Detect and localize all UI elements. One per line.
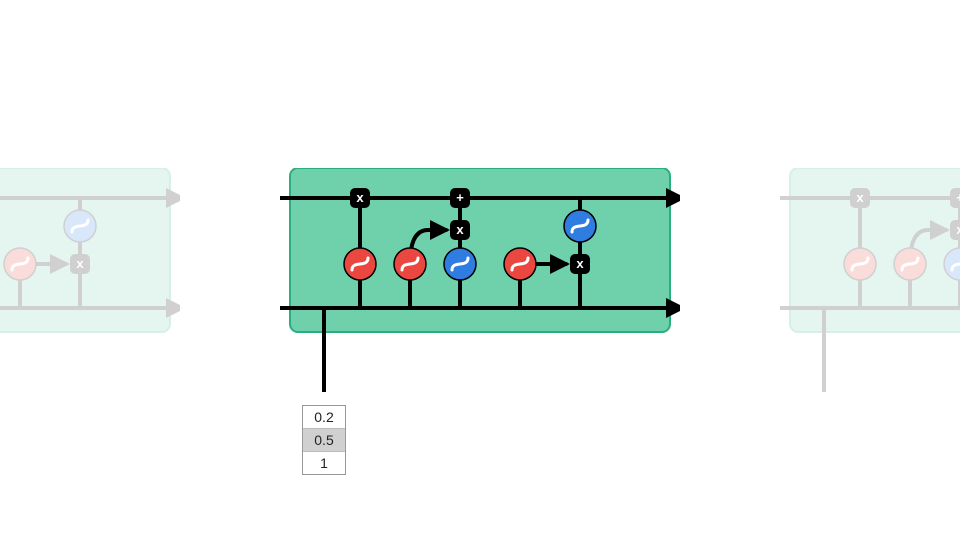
gate-output <box>504 248 536 280</box>
svg-text:x: x <box>456 222 464 237</box>
gate-input <box>894 248 926 280</box>
lstm-cell: x + x x <box>280 168 680 392</box>
op-add: + <box>950 188 960 208</box>
svg-text:x: x <box>576 256 584 271</box>
input-value-1[interactable]: 0.5 <box>303 429 345 452</box>
gate-input <box>394 248 426 280</box>
gate-candidate <box>444 248 476 280</box>
op-output-mult: x <box>70 254 90 274</box>
svg-text:x: x <box>76 256 84 271</box>
gate-state-tanh <box>64 210 96 242</box>
op-forget-mult: x <box>350 188 370 208</box>
gate-state-tanh <box>564 210 596 242</box>
svg-text:+: + <box>956 190 960 205</box>
diagram-stage: x+xx x+xx x+xx 0.2 0.5 1 <box>0 0 960 540</box>
gate-forget <box>844 248 876 280</box>
op-input-mult: x <box>950 220 960 240</box>
svg-text:x: x <box>856 190 864 205</box>
lstm-cell-prev: x+xx <box>0 168 180 392</box>
input-vector[interactable]: 0.2 0.5 1 <box>302 405 346 475</box>
gate-output <box>4 248 36 280</box>
op-input-mult: x <box>450 220 470 240</box>
svg-text:x: x <box>956 222 960 237</box>
lstm-cell-next: x+xx <box>780 168 960 392</box>
op-add: + <box>450 188 470 208</box>
input-value-0[interactable]: 0.2 <box>303 406 345 429</box>
input-value-2[interactable]: 1 <box>303 452 345 474</box>
svg-text:x: x <box>356 190 364 205</box>
gate-forget <box>344 248 376 280</box>
svg-text:+: + <box>456 190 464 205</box>
op-output-mult: x <box>570 254 590 274</box>
op-forget-mult: x <box>850 188 870 208</box>
